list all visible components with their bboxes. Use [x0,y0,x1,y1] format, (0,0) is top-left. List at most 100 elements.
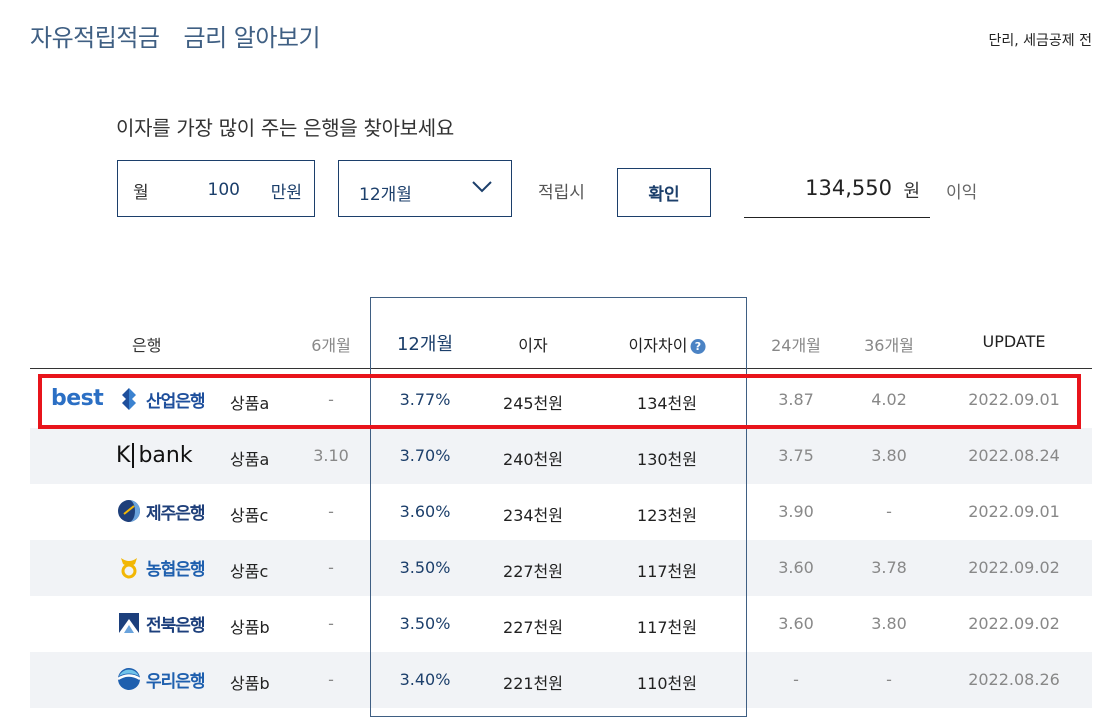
interest-amount: 240천원 [503,450,563,469]
page-title: 자유적립적금 금리 알아보기 [30,18,321,53]
table-row[interactable]: 우리은행 상품b - 3.40% 221천원 110천원 - - 2022.08… [30,652,1092,708]
header-6m[interactable]: 6개월 [311,332,351,356]
table-row[interactable]: 제주은행 상품c - 3.60% 234천원 123천원 3.90 - 2022… [30,484,1092,540]
rate-6m: 3.10 [313,446,349,465]
monthly-value[interactable]: 100 [208,180,240,200]
rate-36m: - [886,502,892,521]
help-icon[interactable]: ? [690,339,706,354]
result-value: 134,550 [805,176,892,200]
header-update: UPDATE [982,332,1046,351]
rate-12m: 3.70% [399,446,451,465]
rate-6m: - [328,670,334,689]
rate-6m: - [328,558,334,577]
update-date: 2022.09.02 [968,614,1060,633]
bank-name: 산업은행 [146,391,206,412]
product-name[interactable]: 상품b [230,614,270,638]
rate-12m: 3.40% [399,670,451,689]
bank-name: 우리은행 [146,671,206,692]
bank-name: bank [138,442,193,468]
bank-logo: 제주은행 [116,496,206,526]
kbank-prefix: K [116,442,135,468]
interest-amount: 245천원 [503,394,563,413]
product-name[interactable]: 상품b [230,670,270,694]
header-12m[interactable]: 12개월 [397,330,453,356]
interest-amount: 221천원 [503,674,563,693]
woori-bank-logo-icon [117,668,141,690]
table-row[interactable]: 농협은행 상품c - 3.50% 227천원 117천원 3.60 3.78 2… [30,540,1092,596]
rate-12m: 3.60% [399,502,451,521]
rate-12m: 3.50% [399,614,451,633]
product-name[interactable]: 상품a [230,446,269,470]
rate-24m: 3.60 [778,558,814,577]
rate-6m: - [328,614,334,633]
jeju-bank-logo-icon [118,500,140,522]
bank-logo: 농협은행 [116,552,206,582]
update-date: 2022.08.24 [968,446,1060,465]
page-title-sub: 금리 알아보기 [183,24,321,52]
header-24m[interactable]: 24개월 [771,332,821,356]
header-interest-diff: 이자차이? [629,332,706,356]
result-value-field: 134,550 원 [744,170,930,218]
rate-36m: - [886,670,892,689]
bank-name: 농협은행 [146,559,206,580]
confirm-button[interactable]: 확인 [617,168,711,217]
update-date: 2022.09.02 [968,558,1060,577]
table-header: 은행 6개월 12개월 이자 이자차이? 24개월 36개월 UPDATE [30,312,1092,369]
bank-name: 제주은행 [146,503,206,524]
update-date: 2022.09.01 [968,502,1060,521]
interest-diff: 110천원 [637,674,697,693]
period-select[interactable]: 12개월 [338,160,512,217]
header-36m[interactable]: 36개월 [864,332,914,356]
bank-name: 전북은행 [146,615,206,636]
rate-12m: 3.50% [399,558,451,577]
period-selected-value: 12개월 [359,185,412,205]
interest-diff: 123천원 [637,506,697,525]
calculator-subtitle: 이자를 가장 많이 주는 은행을 찾아보세요 [116,116,454,140]
result-unit: 원 [903,181,920,202]
product-name[interactable]: 상품c [230,558,268,582]
rate-36m: 3.80 [871,614,907,633]
page-title-main: 자유적립적금 [30,24,160,52]
interest-amount: 234천원 [503,506,563,525]
nh-bank-logo-icon [121,558,137,579]
monthly-amount-input[interactable]: 월 100 만원 [117,160,315,217]
interest-diff: 130천원 [637,450,697,469]
rate-36m: 4.02 [871,390,907,409]
when-label: 적립시 [538,183,585,203]
calc-note: 단리, 세금공제 전 [988,33,1092,49]
interest-diff: 117천원 [637,618,697,637]
result-suffix: 이익 [946,183,978,203]
table-row[interactable]: best 산업은행 상품a - 3.77% 245천원 134천원 3.87 4… [30,372,1092,428]
product-name[interactable]: 상품c [230,502,268,526]
rate-24m: 3.90 [778,502,814,521]
update-date: 2022.08.26 [968,670,1060,689]
interest-amount: 227천원 [503,562,563,581]
monthly-label: 월 [133,183,149,203]
rate-36m: 3.80 [871,446,907,465]
header-interest-diff-label: 이자차이 [628,336,688,355]
rate-24m: - [793,670,799,689]
interest-diff: 134천원 [637,394,697,413]
product-name[interactable]: 상품a [230,390,269,414]
rate-6m: - [328,390,334,409]
rate-24m: 3.87 [778,390,814,409]
update-date: 2022.09.01 [968,390,1060,409]
table-row[interactable]: 전북은행 상품b - 3.50% 227천원 117천원 3.60 3.80 2… [30,596,1092,652]
best-badge: best [51,386,104,411]
kdb-logo-icon [122,388,136,410]
monthly-unit: 만원 [270,183,302,203]
kbank-logo-icon: Kbank [116,442,193,468]
interest-diff: 117천원 [637,562,697,581]
chevron-down-icon [472,181,492,193]
bank-logo: 우리은행 [116,664,206,694]
header-bank: 은행 [132,336,162,355]
table-row[interactable]: Kbank 상품a 3.10 3.70% 240천원 130천원 3.75 3.… [30,428,1092,484]
jeonbuk-bank-logo-icon [119,613,139,633]
rate-6m: - [328,502,334,521]
bank-logo: 산업은행 [116,384,206,414]
rate-24m: 3.60 [778,614,814,633]
header-interest: 이자 [518,336,548,355]
rate-12m: 3.77% [399,390,451,409]
rate-24m: 3.75 [778,446,814,465]
interest-amount: 227천원 [503,618,563,637]
